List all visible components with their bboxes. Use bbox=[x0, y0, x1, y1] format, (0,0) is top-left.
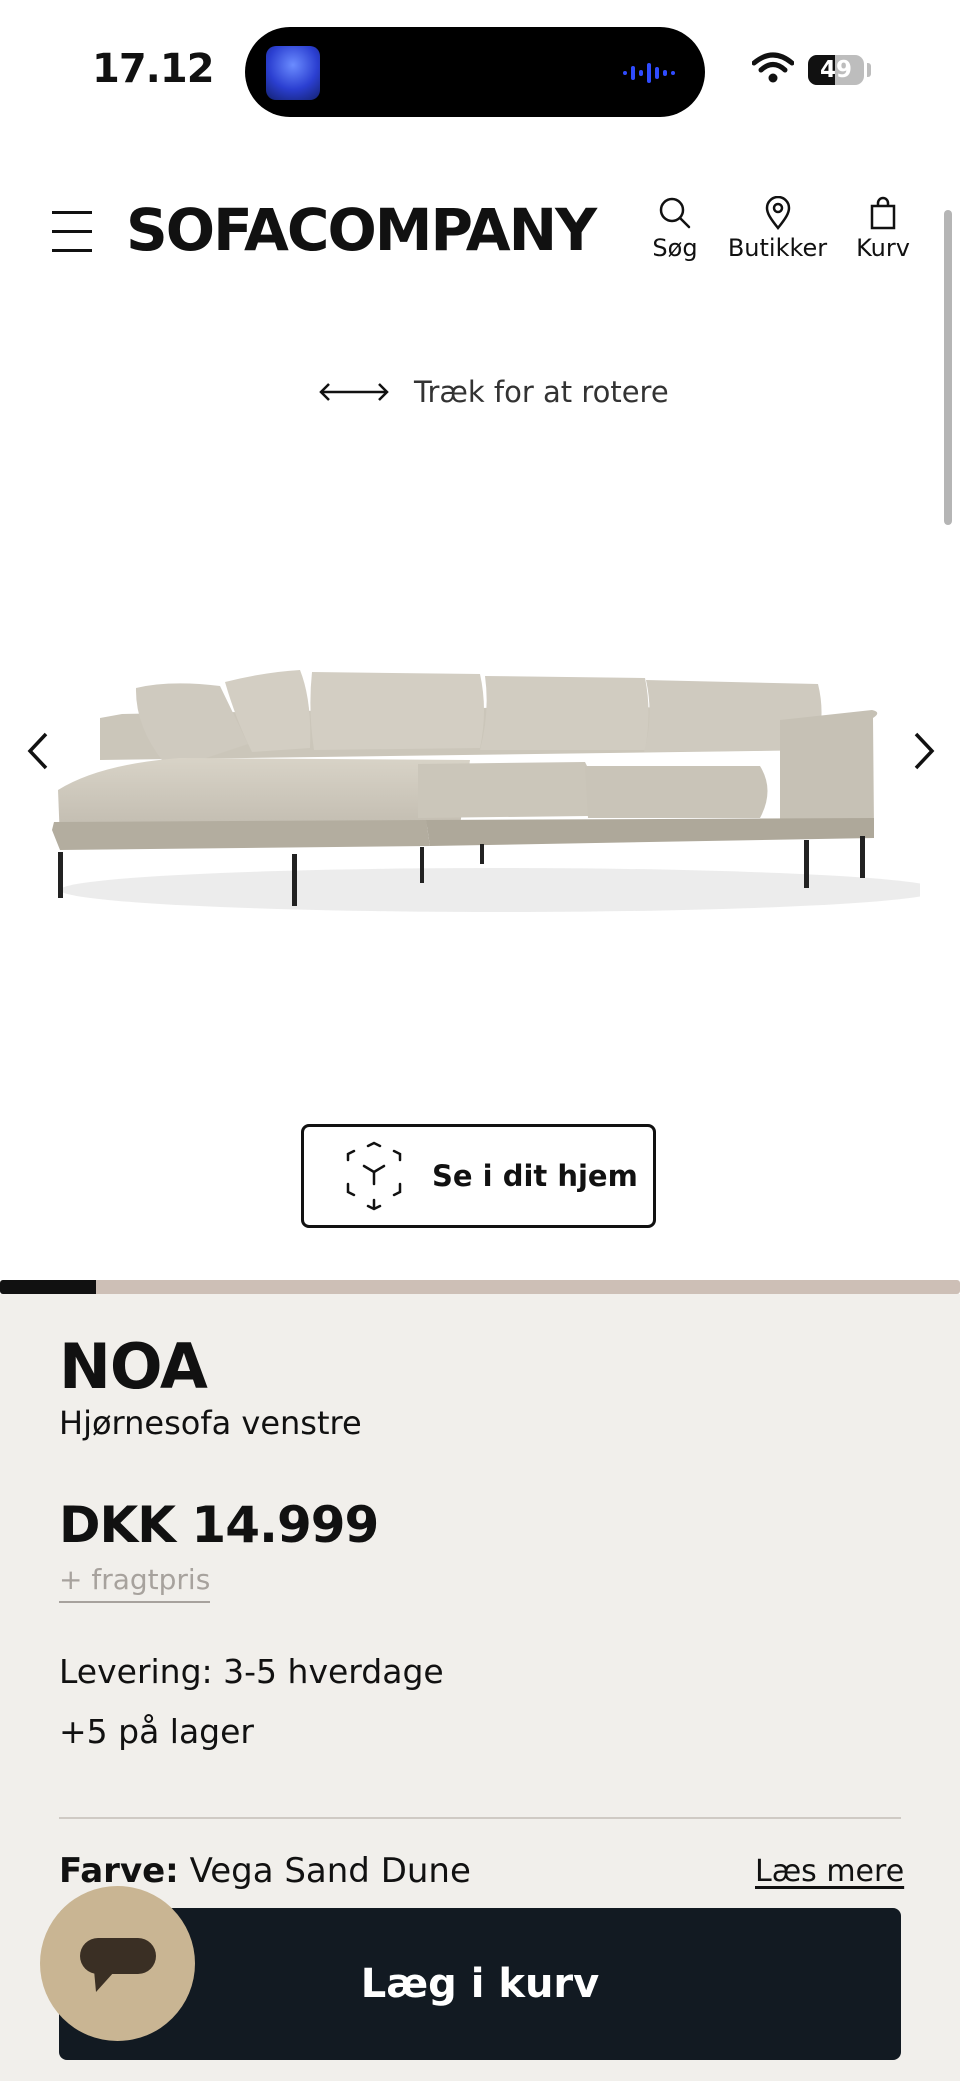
gallery-progress-fill bbox=[0, 1280, 96, 1294]
gallery-progress-bar bbox=[0, 1280, 960, 1294]
menu-icon[interactable] bbox=[52, 207, 96, 255]
cart-button[interactable]: Kurv bbox=[848, 196, 918, 262]
search-button[interactable]: Søg bbox=[645, 196, 705, 262]
color-row: Farve: Vega Sand Dune bbox=[59, 1851, 471, 1891]
shipping-price-link[interactable]: + fragtpris bbox=[59, 1563, 211, 1603]
read-more-link[interactable]: Læs mere bbox=[755, 1854, 904, 1889]
divider bbox=[59, 1817, 901, 1819]
ar-cube-icon bbox=[346, 1141, 402, 1211]
scrollbar[interactable] bbox=[944, 210, 952, 525]
dynamic-island bbox=[245, 27, 705, 117]
product-type: Hjørnesofa venstre bbox=[59, 1404, 362, 1442]
logo[interactable]: SOFACOMPANY bbox=[126, 196, 597, 264]
color-value: Vega Sand Dune bbox=[189, 1851, 471, 1891]
location-pin-icon bbox=[765, 196, 790, 230]
product-name: NOA bbox=[59, 1330, 208, 1403]
view-in-room-button[interactable]: Se i dit hjem bbox=[301, 1124, 656, 1228]
view-in-room-label: Se i dit hjem bbox=[432, 1159, 638, 1193]
stock-status: +5 på lager bbox=[59, 1712, 255, 1751]
chat-button[interactable] bbox=[40, 1886, 195, 2041]
now-playing-thumbnail bbox=[266, 46, 320, 100]
cart-label: Kurv bbox=[856, 234, 910, 262]
status-time: 17.12 bbox=[92, 46, 215, 92]
delivery-time: Levering: 3-5 hverdage bbox=[59, 1652, 444, 1691]
color-label: Farve: bbox=[59, 1851, 179, 1891]
wifi-icon bbox=[752, 52, 794, 83]
search-label: Søg bbox=[652, 234, 698, 262]
audio-wave-icon bbox=[623, 63, 675, 83]
battery-icon: 49 bbox=[808, 55, 864, 85]
chat-icon bbox=[80, 1938, 156, 1992]
bag-icon bbox=[870, 196, 896, 230]
product-price: DKK 14.999 bbox=[59, 1496, 379, 1554]
rotate-hint: Træk for at rotere bbox=[318, 370, 669, 414]
rotate-arrows-icon bbox=[319, 383, 389, 401]
battery-percentage: 49 bbox=[819, 57, 852, 83]
stores-label: Butikker bbox=[727, 234, 828, 262]
stores-button[interactable]: Butikker bbox=[725, 196, 830, 262]
battery-cap bbox=[867, 63, 871, 77]
search-icon bbox=[659, 197, 691, 229]
product-3d-view[interactable] bbox=[40, 640, 920, 930]
rotate-hint-text: Træk for at rotere bbox=[414, 375, 669, 409]
